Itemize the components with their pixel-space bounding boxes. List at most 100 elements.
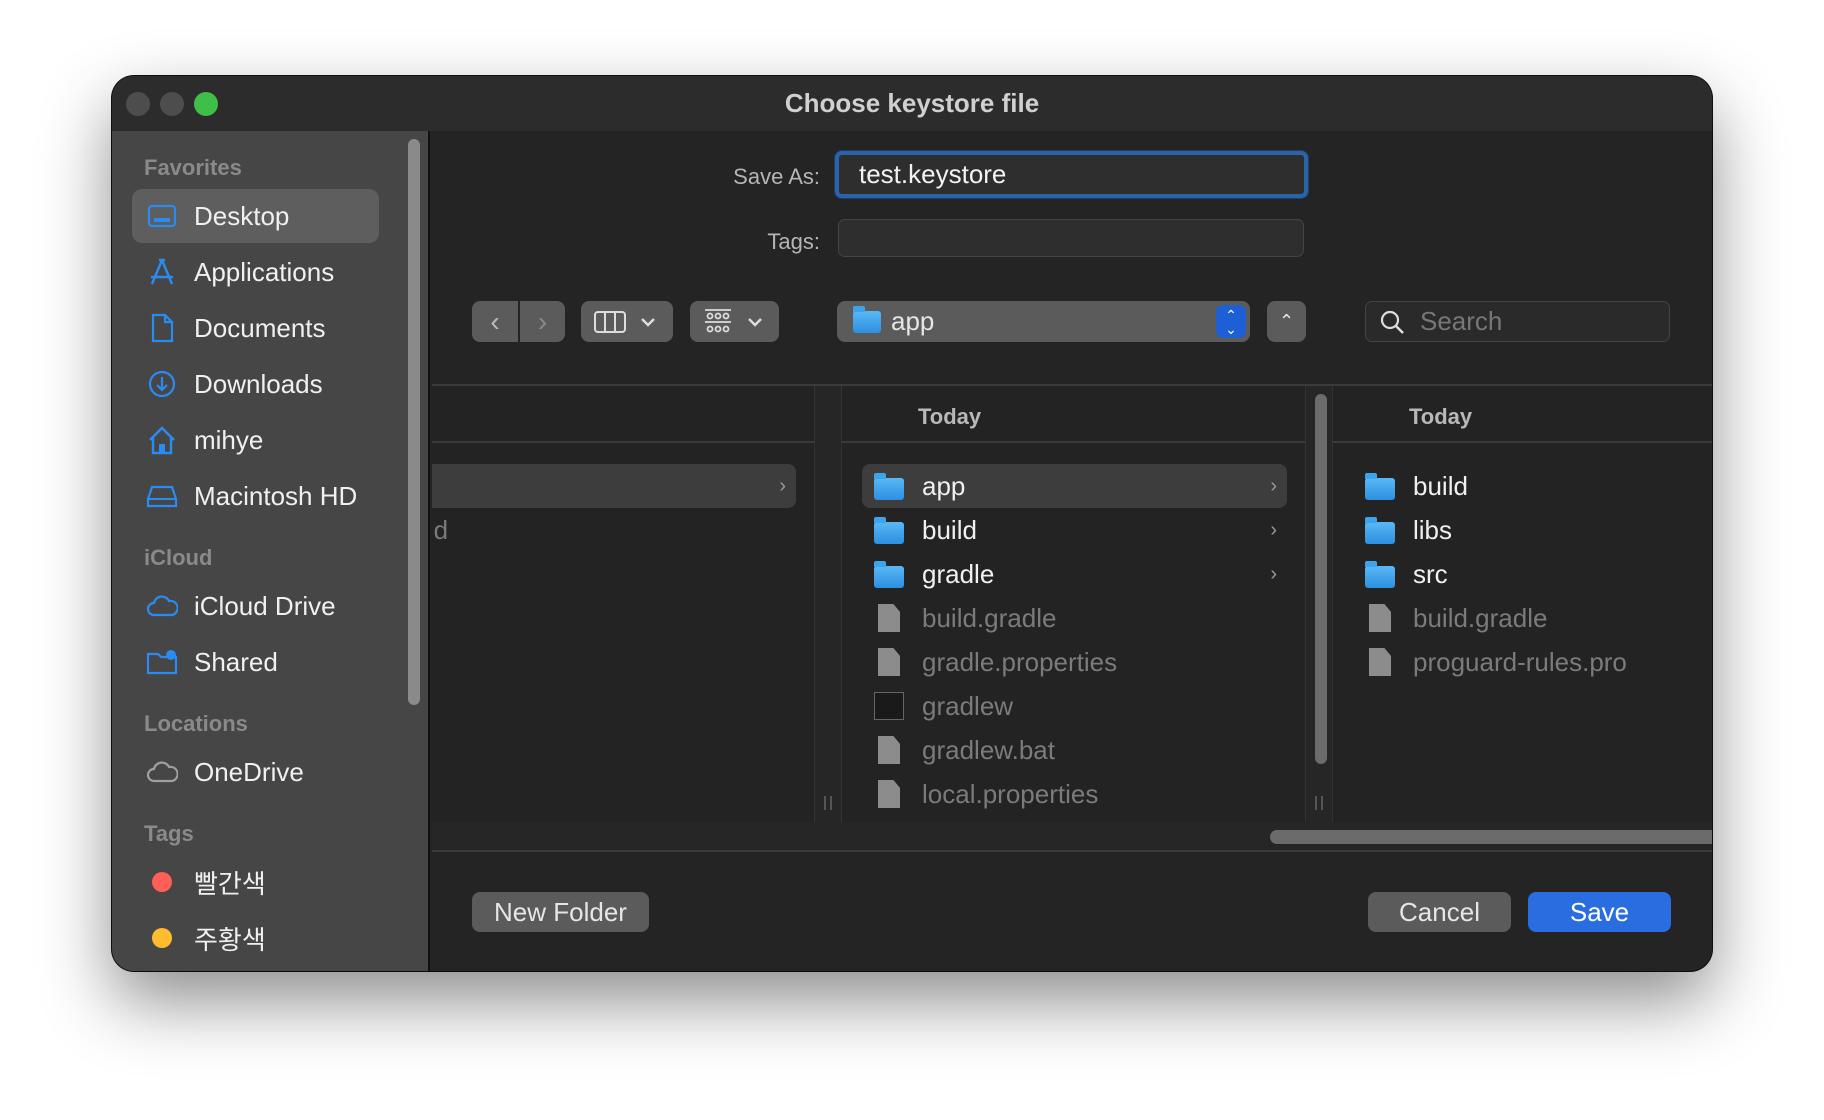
chevron-down-icon — [641, 317, 655, 327]
sidebar-item-documents[interactable]: Documents — [132, 301, 379, 355]
chevron-right-icon: › — [1270, 474, 1277, 497]
file-name: src — [1413, 558, 1448, 589]
document-icon — [1369, 604, 1391, 632]
group-grid-icon — [704, 308, 731, 332]
browser-column: Today app › build › gradle › build.gradle gradle… — [842, 386, 1305, 822]
forward-button[interactable]: › — [520, 301, 565, 342]
sidebar-item-shared[interactable]: Shared — [132, 635, 379, 689]
file-name: in — [432, 471, 779, 502]
file-row[interactable]: gradle.properties — [862, 640, 1287, 684]
folder-icon — [1365, 561, 1395, 588]
scroll-thumb[interactable] — [1270, 830, 1712, 844]
folder-icon — [874, 561, 904, 588]
file-row[interactable]: in› — [432, 464, 796, 508]
save-as-label: Save As: — [733, 164, 820, 189]
column-vertical-scrollbar[interactable] — [1305, 386, 1333, 822]
search-icon — [1380, 310, 1404, 334]
sidebar-section-header: Locations — [144, 711, 248, 736]
file-row[interactable]: libs› — [1353, 508, 1712, 552]
view-mode-button[interactable] — [581, 301, 673, 342]
file-name: build — [922, 514, 977, 545]
file-row[interactable]: build.gradle — [1353, 596, 1712, 640]
search-field[interactable]: Search — [1365, 301, 1670, 342]
new-folder-button[interactable]: New Folder — [472, 892, 649, 932]
sidebar-item-빨간색[interactable]: 빨간색 — [132, 855, 379, 909]
sidebar-item-macintosh-hd[interactable]: Macintosh HD — [132, 469, 379, 523]
sidebar-item-applications[interactable]: Applications — [132, 245, 379, 299]
expand-collapse-button[interactable]: ⌃ — [1267, 301, 1306, 342]
column-divider[interactable] — [814, 386, 842, 822]
folder-icon — [1365, 473, 1395, 500]
chevron-right-icon: › — [779, 474, 786, 497]
sidebar-item-label: Shared — [194, 646, 278, 677]
file-name: build — [1413, 470, 1468, 501]
chevron-up-icon: ⌃ — [1278, 311, 1295, 331]
sidebar-item-주황색[interactable]: 주황색 — [132, 911, 379, 965]
window-title: Choose keystore file — [784, 88, 1040, 118]
horizontal-scrollbar[interactable] — [432, 822, 1712, 852]
chevron-right-icon: › — [1270, 562, 1277, 585]
download-icon — [146, 368, 178, 400]
scroll-thumb[interactable] — [1315, 394, 1327, 764]
desktop-icon — [146, 200, 178, 232]
file-row[interactable]: app › — [862, 464, 1287, 508]
sidebar-item-desktop[interactable]: Desktop — [132, 189, 379, 243]
file-row[interactable]: src› — [1353, 552, 1712, 596]
folder-icon — [1365, 517, 1395, 544]
file-row[interactable]: build.gradle — [862, 596, 1287, 640]
save-as-input[interactable]: test.keystore — [835, 151, 1308, 198]
file-row[interactable]: build › — [862, 508, 1287, 552]
file-row[interactable]: gradle › — [862, 552, 1287, 596]
applications-icon — [146, 256, 178, 288]
column-header[interactable] — [432, 386, 814, 443]
updown-chevron-icon: ⌃ ⌄ — [1216, 305, 1246, 338]
column-header[interactable]: Today — [1333, 386, 1712, 443]
browser-column: Today build›libs›src› build.gradle proguard… — [1333, 386, 1712, 822]
chevron-right-icon: › — [537, 305, 548, 337]
sidebar-item-label: Applications — [194, 256, 335, 287]
shared-folder-icon — [146, 646, 178, 678]
sidebar-scrollbar[interactable] — [408, 139, 420, 705]
sidebar-section-header: iCloud — [144, 545, 213, 570]
back-button[interactable]: ‹ — [472, 301, 518, 342]
sidebar-item-label: iCloud Drive — [194, 590, 336, 621]
home-icon — [146, 424, 178, 456]
cancel-button[interactable]: Cancel — [1368, 892, 1511, 932]
file-row[interactable]: md — [432, 508, 796, 552]
tag-dot-icon — [146, 922, 178, 954]
file-row[interactable]: gradlew.bat — [862, 728, 1287, 772]
file-name: proguard-rules.pro — [1413, 646, 1627, 677]
sidebar-item-mihye[interactable]: mihye — [132, 413, 379, 467]
resize-grip-icon — [824, 796, 832, 810]
file-name: gradle.properties — [922, 646, 1118, 677]
chevron-down-icon — [747, 317, 762, 327]
file-name: app — [922, 470, 966, 501]
sidebar-section-header: Favorites — [144, 155, 242, 180]
column-browser: Todaybuild›libs›src›build.gradleproguard… — [432, 384, 1712, 852]
chevron-right-icon: › — [1270, 518, 1277, 541]
file-name: local.properties — [922, 778, 1099, 809]
file-name: gradle — [922, 558, 995, 589]
save-button[interactable]: Save — [1528, 892, 1671, 932]
file-name: gradlew.bat — [922, 734, 1055, 765]
tags-input[interactable] — [838, 219, 1304, 257]
chevron-left-icon: ‹ — [490, 305, 500, 337]
sidebar-item-onedrive[interactable]: OneDrive — [132, 745, 379, 799]
sidebar-item-label: Desktop — [194, 200, 290, 231]
cloud-icon — [146, 590, 178, 622]
terminal-file-icon — [874, 692, 904, 720]
column-header[interactable]: Today — [842, 386, 1305, 443]
path-popup[interactable]: app ⌃ ⌄ — [837, 301, 1250, 342]
sidebar-item-label: Downloads — [194, 368, 323, 399]
resize-grip-icon — [1315, 796, 1323, 810]
sidebar-item-downloads[interactable]: Downloads — [132, 357, 379, 411]
file-row[interactable]: gradlew — [862, 684, 1287, 728]
file-row[interactable]: local.properties — [862, 772, 1287, 816]
file-name: md — [432, 514, 449, 545]
group-button[interactable] — [690, 301, 779, 342]
file-row[interactable]: proguard-rules.pro — [1353, 640, 1712, 684]
tags-label: Tags: — [767, 229, 820, 254]
sidebar-item-icloud-drive[interactable]: iCloud Drive — [132, 579, 379, 633]
file-row[interactable]: build› — [1353, 464, 1712, 508]
file-name: gradlew — [922, 690, 1014, 721]
